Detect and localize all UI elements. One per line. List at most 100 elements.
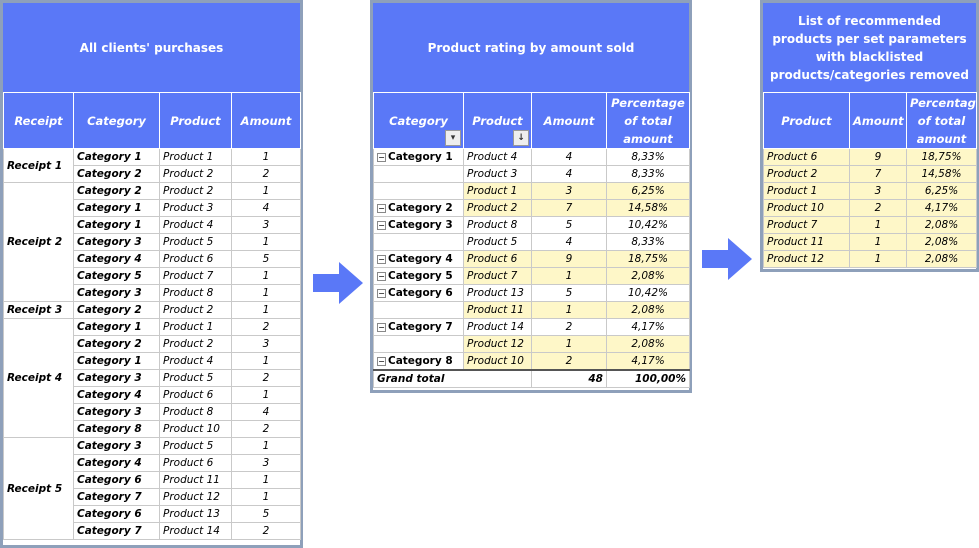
product-cell[interactable]: Product 8 [159,284,232,302]
product-cell[interactable]: Product 5 [159,233,232,251]
amount-cell[interactable]: 1 [231,233,301,251]
amount-cell[interactable]: 1 [531,267,607,285]
product-cell[interactable]: Product 3 [159,199,232,217]
amount-cell[interactable]: 9 [849,148,907,166]
header-percentage[interactable]: Percentage of total amount [606,92,690,149]
category-cell[interactable]: Category 7 [73,522,160,540]
amount-cell[interactable]: 1 [231,148,301,166]
product-cell[interactable]: Product 1 [159,148,232,166]
amount-cell[interactable]: 1 [231,267,301,285]
percentage-cell[interactable]: 14,58% [906,165,977,183]
category-cell[interactable]: Category 6 [73,471,160,489]
collapse-icon[interactable]: − [377,203,386,213]
amount-cell[interactable]: 1 [231,488,301,506]
category-cell[interactable]: Category 3 [73,369,160,387]
percentage-cell[interactable]: 2,08% [906,250,977,268]
percentage-cell[interactable]: 10,42% [606,216,690,234]
category-cell[interactable]: Category 2 [73,165,160,183]
amount-cell[interactable]: 1 [231,352,301,370]
amount-cell[interactable]: 3 [849,182,907,200]
product-cell[interactable]: Product 4 [159,352,232,370]
product-cell[interactable]: Product 2 [763,165,850,183]
category-cell[interactable]: Category 3 [73,284,160,302]
percentage-cell[interactable]: 2,08% [606,301,690,319]
category-cell[interactable]: Category 8 [73,420,160,438]
product-cell[interactable]: Product 7 [763,216,850,234]
product-cell[interactable]: Product 2 [159,182,232,200]
amount-cell[interactable]: 1 [231,471,301,489]
product-cell[interactable]: Product 6 [763,148,850,166]
amount-cell[interactable]: 2 [231,369,301,387]
product-cell[interactable]: Product 7 [159,267,232,285]
product-cell[interactable]: Product 6 [159,454,232,472]
receipt-cell[interactable]: Receipt 1 [3,148,74,183]
product-cell[interactable]: Product 5 [159,369,232,387]
category-cell[interactable]: Category 4 [73,454,160,472]
amount-cell[interactable]: 4 [231,403,301,421]
product-cell[interactable]: Product 2 [159,301,232,319]
amount-cell[interactable]: 1 [231,437,301,455]
category-cell[interactable]: Category 4 [73,386,160,404]
amount-cell[interactable]: 2 [231,165,301,183]
category-cell[interactable]: − Category 3 [373,216,464,234]
product-cell[interactable]: Product 10 [463,352,532,371]
product-cell[interactable]: Product 10 [159,420,232,438]
category-cell[interactable]: Category 3 [73,403,160,421]
product-cell[interactable]: Product 13 [463,284,532,302]
product-cell[interactable]: Product 11 [763,233,850,251]
category-cell[interactable]: Category 7 [73,488,160,506]
amount-cell[interactable]: 1 [231,284,301,302]
product-cell[interactable]: Product 2 [159,165,232,183]
amount-cell[interactable]: 1 [849,216,907,234]
sort-descending-icon[interactable]: ↓ [513,130,529,146]
product-cell[interactable]: Product 12 [763,250,850,268]
product-cell[interactable]: Product 1 [463,182,532,200]
amount-cell[interactable]: 1 [231,301,301,319]
header-product[interactable]: Product ↓ [463,92,532,149]
percentage-cell[interactable]: 18,75% [606,250,690,268]
percentage-cell[interactable]: 2,08% [606,267,690,285]
category-cell[interactable]: Category 1 [73,148,160,166]
product-cell[interactable]: Product 3 [463,165,532,183]
product-cell[interactable]: Product 11 [159,471,232,489]
product-cell[interactable]: Product 2 [463,199,532,217]
category-cell[interactable]: Category 5 [73,267,160,285]
amount-cell[interactable]: 1 [849,233,907,251]
header-product[interactable]: Product [763,92,850,149]
percentage-cell[interactable]: 6,25% [606,182,690,200]
category-cell[interactable] [373,165,464,183]
category-cell[interactable]: Category 2 [73,182,160,200]
amount-cell[interactable]: 1 [231,182,301,200]
percentage-cell[interactable]: 8,33% [606,148,690,166]
category-cell[interactable] [373,182,464,200]
header-amount[interactable]: Amount [531,92,607,149]
amount-cell[interactable]: 2 [849,199,907,217]
percentage-cell[interactable]: 10,42% [606,284,690,302]
amount-cell[interactable]: 5 [231,250,301,268]
percentage-cell[interactable]: 18,75% [906,148,977,166]
category-cell[interactable]: − Category 2 [373,199,464,217]
amount-cell[interactable]: 3 [231,335,301,353]
amount-cell[interactable]: 3 [531,182,607,200]
product-cell[interactable]: Product 13 [159,505,232,523]
category-cell[interactable]: Category 1 [73,199,160,217]
product-cell[interactable]: Product 10 [763,199,850,217]
product-cell[interactable]: Product 12 [159,488,232,506]
percentage-cell[interactable]: 14,58% [606,199,690,217]
header-amount[interactable]: Amount [849,92,907,149]
percentage-cell[interactable]: 8,33% [606,233,690,251]
percentage-cell[interactable]: 8,33% [606,165,690,183]
amount-cell[interactable]: 7 [849,165,907,183]
category-cell[interactable] [373,335,464,353]
amount-cell[interactable]: 2 [531,352,607,371]
amount-cell[interactable]: 3 [231,216,301,234]
product-cell[interactable]: Product 6 [463,250,532,268]
amount-cell[interactable]: 2 [231,522,301,540]
header-percentage[interactable]: Percentage of total amount [906,92,977,149]
percentage-cell[interactable]: 4,17% [606,352,690,371]
amount-cell[interactable]: 5 [531,216,607,234]
category-cell[interactable]: Category 3 [73,233,160,251]
product-cell[interactable]: Product 12 [463,335,532,353]
percentage-cell[interactable]: 2,08% [906,216,977,234]
product-cell[interactable]: Product 8 [463,216,532,234]
